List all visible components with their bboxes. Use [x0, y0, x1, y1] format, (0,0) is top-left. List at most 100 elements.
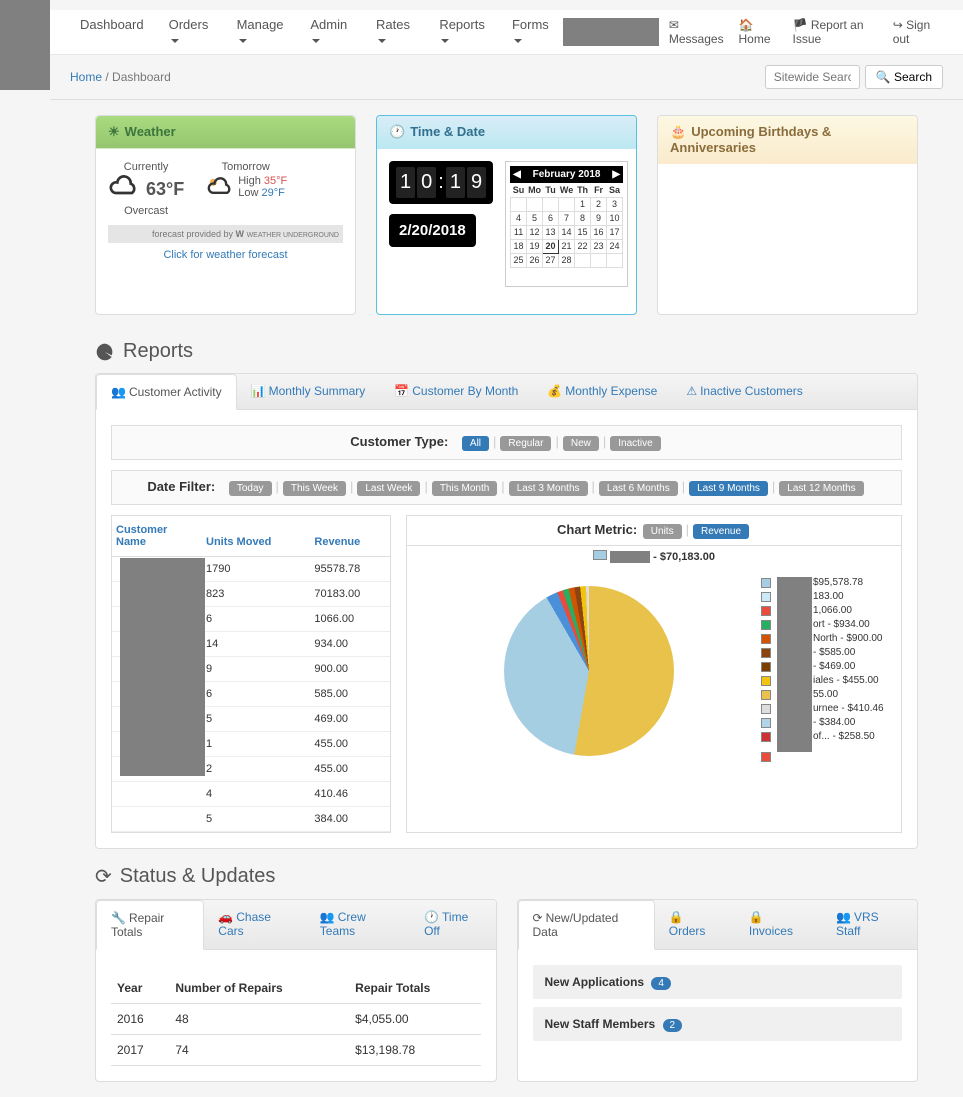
cal-day[interactable]: 4 — [511, 211, 527, 225]
column-header[interactable]: Revenue — [310, 516, 390, 557]
search-button[interactable]: 🔍 Search — [865, 65, 943, 89]
tab-customer-activity[interactable]: 👥Customer Activity — [96, 374, 237, 410]
cal-day[interactable]: 22 — [575, 239, 591, 253]
cal-day[interactable]: 8 — [575, 211, 591, 225]
messages-link[interactable]: ✉ Messages — [669, 18, 729, 46]
pill-this-week[interactable]: This Week — [283, 481, 346, 496]
cal-day[interactable]: 9 — [591, 211, 607, 225]
cal-day — [543, 197, 559, 211]
sign-out-link[interactable]: ↪ Sign out — [893, 18, 943, 46]
pie-chart-icon — [95, 342, 115, 362]
pill-revenue[interactable]: Revenue — [693, 524, 749, 539]
revenue-pie-chart[interactable] — [504, 586, 674, 756]
pill-last-6-months[interactable]: Last 6 Months — [599, 481, 678, 496]
cal-day[interactable]: 11 — [511, 225, 527, 239]
nav-admin[interactable]: Admin — [300, 9, 361, 55]
pill-last-3-months[interactable]: Last 3 Months — [509, 481, 588, 496]
cal-day[interactable]: 7 — [559, 211, 575, 225]
tab-monthly-expense[interactable]: 💰Monthly Expense — [533, 374, 672, 409]
legend-swatch — [761, 592, 771, 602]
nav-forms[interactable]: Forms — [502, 9, 563, 55]
repair-totals-panel: 🔧Repair Totals🚗Chase Cars👥Crew Teams🕐Tim… — [95, 899, 497, 1082]
column-header[interactable]: Units Moved — [202, 516, 310, 557]
pill-units[interactable]: Units — [643, 524, 682, 539]
pill-today[interactable]: Today — [229, 481, 272, 496]
tab-icon: 🔒 — [669, 910, 684, 924]
nav-dashboard[interactable]: Dashboard — [70, 9, 154, 55]
report-issue-link[interactable]: 🏴 Report an Issue — [793, 18, 883, 46]
breadcrumb-home[interactable]: Home — [70, 70, 102, 84]
cal-day[interactable]: 16 — [591, 225, 607, 239]
pill-regular[interactable]: Regular — [500, 436, 551, 451]
caret-icon — [171, 39, 179, 43]
cal-day[interactable]: 20 — [543, 239, 559, 253]
cal-day[interactable]: 23 — [591, 239, 607, 253]
tab-icon: ⟳ — [533, 911, 543, 925]
pill-inactive[interactable]: Inactive — [610, 436, 660, 451]
table-row[interactable]: 4410.46 — [112, 782, 390, 807]
cal-day[interactable]: 1 — [575, 197, 591, 211]
home-link[interactable]: 🏠 Home — [739, 18, 783, 46]
caret-icon — [514, 39, 522, 43]
tab-inactive-customers[interactable]: ⚠Inactive Customers — [672, 374, 817, 409]
pill-last-week[interactable]: Last Week — [357, 481, 420, 496]
pill-all[interactable]: All — [462, 436, 489, 451]
cal-next-icon[interactable]: ▶ — [612, 169, 620, 180]
tab-crew-teams[interactable]: 👥Crew Teams — [306, 900, 410, 949]
table-row[interactable]: 5384.00 — [112, 807, 390, 832]
cal-day[interactable]: 6 — [543, 211, 559, 225]
tab-icon: 🕐 — [424, 910, 439, 924]
cal-day[interactable]: 25 — [511, 253, 527, 267]
cal-day — [527, 197, 543, 211]
pill-new[interactable]: New — [563, 436, 599, 451]
mini-calendar[interactable]: ◀February 2018▶ SuMoTuWeThFrSa1234567891… — [505, 161, 628, 287]
pill-last-9-months[interactable]: Last 9 Months — [689, 481, 768, 496]
cal-day[interactable]: 15 — [575, 225, 591, 239]
count-badge: 2 — [663, 1019, 683, 1032]
redacted-legend-names — [777, 577, 812, 752]
nav-orders[interactable]: Orders — [159, 9, 222, 55]
cal-day[interactable]: 10 — [607, 211, 623, 225]
tab-chase-cars[interactable]: 🚗Chase Cars — [204, 900, 306, 949]
tab-icon: 🔧 — [111, 911, 126, 925]
pill-last-12-months[interactable]: Last 12 Months — [779, 481, 863, 496]
tab-repair-totals[interactable]: 🔧Repair Totals — [96, 900, 204, 950]
tab-customer-by-month[interactable]: 📅Customer By Month — [380, 374, 533, 409]
cal-day[interactable]: 5 — [527, 211, 543, 225]
tab-monthly-summary[interactable]: 📊Monthly Summary — [237, 374, 381, 409]
update-item[interactable]: New Staff Members 2 — [533, 1007, 903, 1041]
column-header[interactable]: Customer Name — [112, 516, 202, 557]
cal-day[interactable]: 17 — [607, 225, 623, 239]
legend-more[interactable] — [761, 752, 891, 762]
cal-day — [607, 253, 623, 267]
update-item[interactable]: New Applications 4 — [533, 965, 903, 999]
updates-panel: ⟳New/Updated Data🔒Orders🔒Invoices👥VRS St… — [517, 899, 919, 1082]
search-input[interactable] — [765, 65, 860, 89]
date-filter: Date Filter: Today|This Week|Last Week|T… — [111, 470, 902, 505]
weather-forecast-link[interactable]: Click for weather forecast — [163, 249, 287, 261]
nav-reports[interactable]: Reports — [429, 9, 497, 55]
tab-time-off[interactable]: 🕐Time Off — [410, 900, 495, 949]
cal-day[interactable]: 26 — [527, 253, 543, 267]
cal-day[interactable]: 24 — [607, 239, 623, 253]
tab-vrs-staff[interactable]: 👥VRS Staff — [822, 900, 917, 949]
tab-orders[interactable]: 🔒Orders — [655, 900, 735, 949]
cal-day[interactable]: 13 — [543, 225, 559, 239]
tab-icon: 👥 — [111, 385, 126, 399]
cal-day[interactable]: 12 — [527, 225, 543, 239]
cal-day[interactable]: 3 — [607, 197, 623, 211]
cal-day[interactable]: 2 — [591, 197, 607, 211]
cal-day[interactable]: 18 — [511, 239, 527, 253]
nav-manage[interactable]: Manage — [227, 9, 296, 55]
nav-rates[interactable]: Rates — [366, 9, 424, 55]
cal-day[interactable]: 14 — [559, 225, 575, 239]
cal-day[interactable]: 19 — [527, 239, 543, 253]
tab-new-updated-data[interactable]: ⟳New/Updated Data — [518, 900, 655, 950]
cal-day[interactable]: 21 — [559, 239, 575, 253]
tab-invoices[interactable]: 🔒Invoices — [735, 900, 822, 949]
cal-day[interactable]: 27 — [543, 253, 559, 267]
cal-day[interactable]: 28 — [559, 253, 575, 267]
status-section-title: ⟳ Status & Updates — [95, 864, 918, 889]
cal-prev-icon[interactable]: ◀ — [513, 169, 521, 180]
pill-this-month[interactable]: This Month — [432, 481, 497, 496]
